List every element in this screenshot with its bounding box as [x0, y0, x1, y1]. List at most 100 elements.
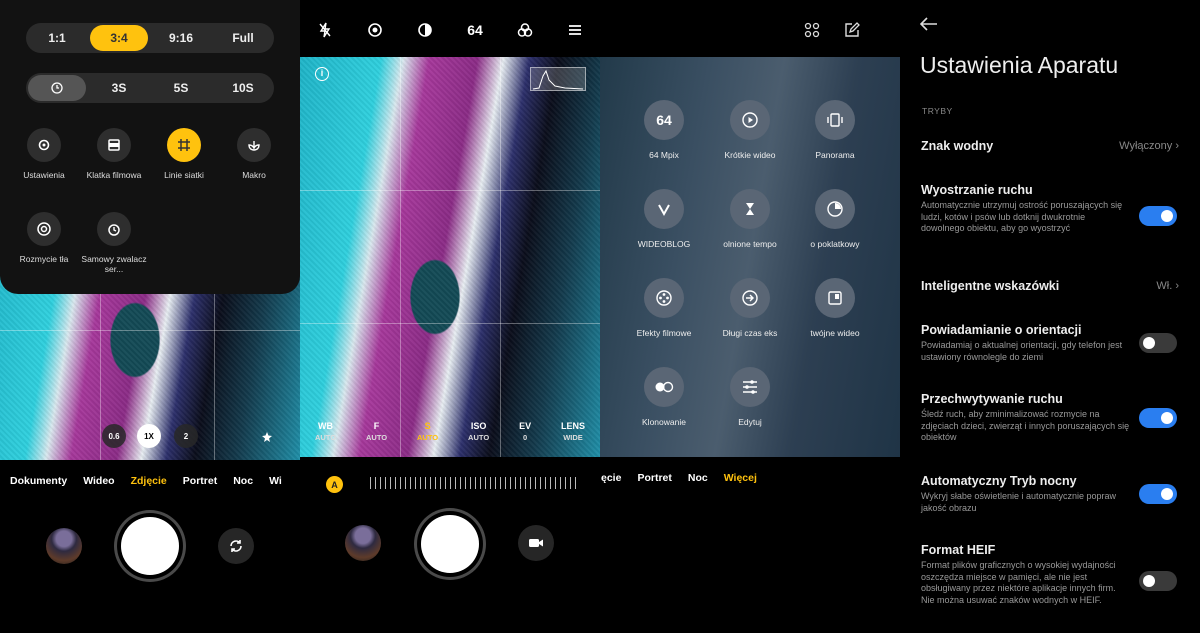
tile-grid-lines[interactable]: Linie siatki	[149, 128, 219, 180]
mode-portrait[interactable]: Portret	[183, 475, 217, 491]
self-timer-icon	[108, 224, 120, 236]
pro-shutter-speed[interactable]: S AUTO	[417, 421, 438, 442]
setting-title: Przechwytywanie ruchu	[921, 392, 1063, 406]
grid-apps-icon[interactable]	[804, 22, 820, 43]
orientation-notify-toggle[interactable]	[1139, 333, 1177, 353]
hdr-icon[interactable]	[363, 18, 387, 42]
tile-settings[interactable]: Ustawienia	[9, 128, 79, 180]
mode-label: Długi czas eks	[722, 328, 778, 338]
tile-label: Makro	[242, 170, 266, 180]
aspect-1-1[interactable]: 1:1	[28, 25, 86, 51]
mode-short-video[interactable]: Krótkie wideo	[705, 100, 795, 160]
pro-focus[interactable]: F AUTO	[366, 421, 387, 442]
mode-clone[interactable]: Klonowanie	[619, 367, 709, 427]
timer-3s[interactable]: 3S	[90, 75, 148, 101]
mode-video[interactable]: Wideo	[83, 475, 114, 491]
timer-10s[interactable]: 10S	[214, 75, 272, 101]
sliders-icon	[743, 380, 757, 394]
page-title: Ustawienia Aparatu	[920, 52, 1119, 78]
macro-icon	[248, 141, 260, 151]
mode-vlog[interactable]: WIDEOBLOG	[619, 189, 709, 249]
shutter-button[interactable]	[121, 517, 179, 575]
mode-timelapse[interactable]: o poklatkowy	[790, 189, 880, 249]
zoom-1x[interactable]: 1X	[137, 424, 161, 448]
setting-watermark[interactable]: Znak wodny Wyłączony ›	[921, 139, 1179, 153]
mode-label: 64 Mpix	[649, 150, 679, 160]
timer-off[interactable]	[28, 75, 86, 101]
mode-more[interactable]: Więcej	[724, 472, 757, 488]
grid-line	[300, 190, 600, 191]
long-exposure-icon	[742, 290, 758, 306]
pro-lens[interactable]: LENS WIDE	[561, 421, 585, 442]
mode-night[interactable]: Noc	[688, 472, 708, 488]
mode-carousel: Dokumenty Wideo Zdjęcie Portret Noc Wi	[10, 475, 298, 491]
video-record-button[interactable]	[518, 525, 554, 561]
mode-portrait[interactable]: Portret	[637, 472, 671, 488]
zoom-2[interactable]: 2	[174, 424, 198, 448]
mode-night[interactable]: Noc	[233, 475, 253, 491]
camera-viewfinder[interactable]	[300, 57, 600, 457]
edit-icon[interactable]	[844, 22, 860, 43]
switch-camera-button[interactable]	[218, 528, 254, 564]
setting-orientation-notify: Powiadamianie o orientacji Powiadamiaj o…	[921, 323, 1179, 363]
pro-wb[interactable]: WB AUTO	[315, 421, 336, 442]
pro-parameters: WB AUTO F AUTO S AUTO ISO AUTO EV 0 LENS WIDE	[300, 421, 600, 442]
tile-macro[interactable]: Makro	[219, 128, 289, 180]
filter-icon[interactable]	[513, 18, 537, 42]
shutter-speed-slider[interactable]	[370, 477, 580, 489]
top-toolbar: 64	[300, 18, 600, 42]
aspect-full[interactable]: Full	[214, 25, 272, 51]
mode-dual-video[interactable]: twójne wideo	[790, 278, 880, 338]
gear-icon	[38, 139, 50, 151]
back-arrow-icon[interactable]	[919, 14, 938, 37]
mode-carousel: ęcie Portret Noc Więcej	[601, 472, 773, 488]
info-icon[interactable]: i	[315, 67, 329, 81]
shutter-button[interactable]	[421, 515, 479, 573]
mode-slow-motion[interactable]: olnione tempo	[705, 189, 795, 249]
auto-night-toggle[interactable]	[1139, 484, 1177, 504]
aspect-9-16[interactable]: 9:16	[152, 25, 210, 51]
setting-description: Powiadamiaj o aktualnej orientacji, gdy …	[921, 340, 1123, 362]
section-label: TRYBY	[922, 106, 953, 116]
mode-panorama[interactable]: Panorama	[790, 100, 880, 160]
mode-more-cut[interactable]: Wi	[269, 475, 282, 491]
hourglass-icon	[746, 203, 754, 215]
setting-description: Śledź ruch, aby zminimalizować rozmycie …	[921, 409, 1130, 442]
pro-iso[interactable]: ISO AUTO	[468, 421, 489, 442]
tile-cinema-frame[interactable]: Klatka filmowa	[79, 128, 149, 180]
mode-photo[interactable]: Zdjęcie	[131, 475, 167, 491]
zoom-0-6[interactable]: 0.6	[102, 424, 126, 448]
menu-icon[interactable]	[563, 18, 587, 42]
auto-badge[interactable]: A	[326, 476, 343, 493]
gallery-thumbnail[interactable]	[345, 525, 381, 561]
mode-long-exposure[interactable]: Długi czas eks	[705, 278, 795, 338]
motion-focus-toggle[interactable]	[1139, 206, 1177, 226]
setting-title: Automatyczny Tryb nocny	[921, 474, 1077, 488]
aspect-3-4[interactable]: 3:4	[90, 25, 148, 51]
setting-auto-night: Automatyczny Tryb nocny Wykryj słabe ośw…	[921, 474, 1179, 514]
mode-film-effects[interactable]: Efekty filmowe	[619, 278, 709, 338]
gallery-thumbnail[interactable]	[46, 528, 82, 564]
tile-self-timer[interactable]: Samowy zwalacz ser...	[79, 212, 149, 274]
setting-value: Wł. ›	[1156, 280, 1179, 292]
tile-background-blur[interactable]: Rozmycie tła	[9, 212, 79, 264]
camera-settings-panel: 1:1 3:4 9:16 Full 3S 5S 10S Ustawienia K…	[0, 0, 300, 633]
contrast-icon[interactable]	[413, 18, 437, 42]
setting-title: Inteligentne wskazówki	[921, 279, 1060, 293]
mode-64-mpix[interactable]: 64 64 Mpix	[619, 100, 709, 160]
panorama-icon	[827, 113, 843, 127]
heif-toggle[interactable]	[1139, 571, 1177, 591]
mode-label: Edytuj	[738, 417, 762, 427]
timer-5s[interactable]: 5S	[152, 75, 210, 101]
pro-ev[interactable]: EV 0	[519, 421, 531, 442]
setting-motion-focus: Wyostrzanie ruchu Automatycznie utrzymuj…	[921, 183, 1179, 235]
mode-edit[interactable]: Edytuj	[705, 367, 795, 427]
motion-capture-toggle[interactable]	[1139, 408, 1177, 428]
resolution-64-button[interactable]: 64	[463, 18, 487, 42]
setting-smart-tips[interactable]: Inteligentne wskazówki Wł. ›	[921, 279, 1179, 293]
setting-title: Wyostrzanie ruchu	[921, 183, 1033, 197]
ai-flower-icon[interactable]	[260, 430, 274, 449]
mode-photo-cut[interactable]: ęcie	[601, 472, 621, 488]
flash-off-icon[interactable]	[313, 18, 337, 42]
mode-documents[interactable]: Dokumenty	[10, 475, 67, 491]
